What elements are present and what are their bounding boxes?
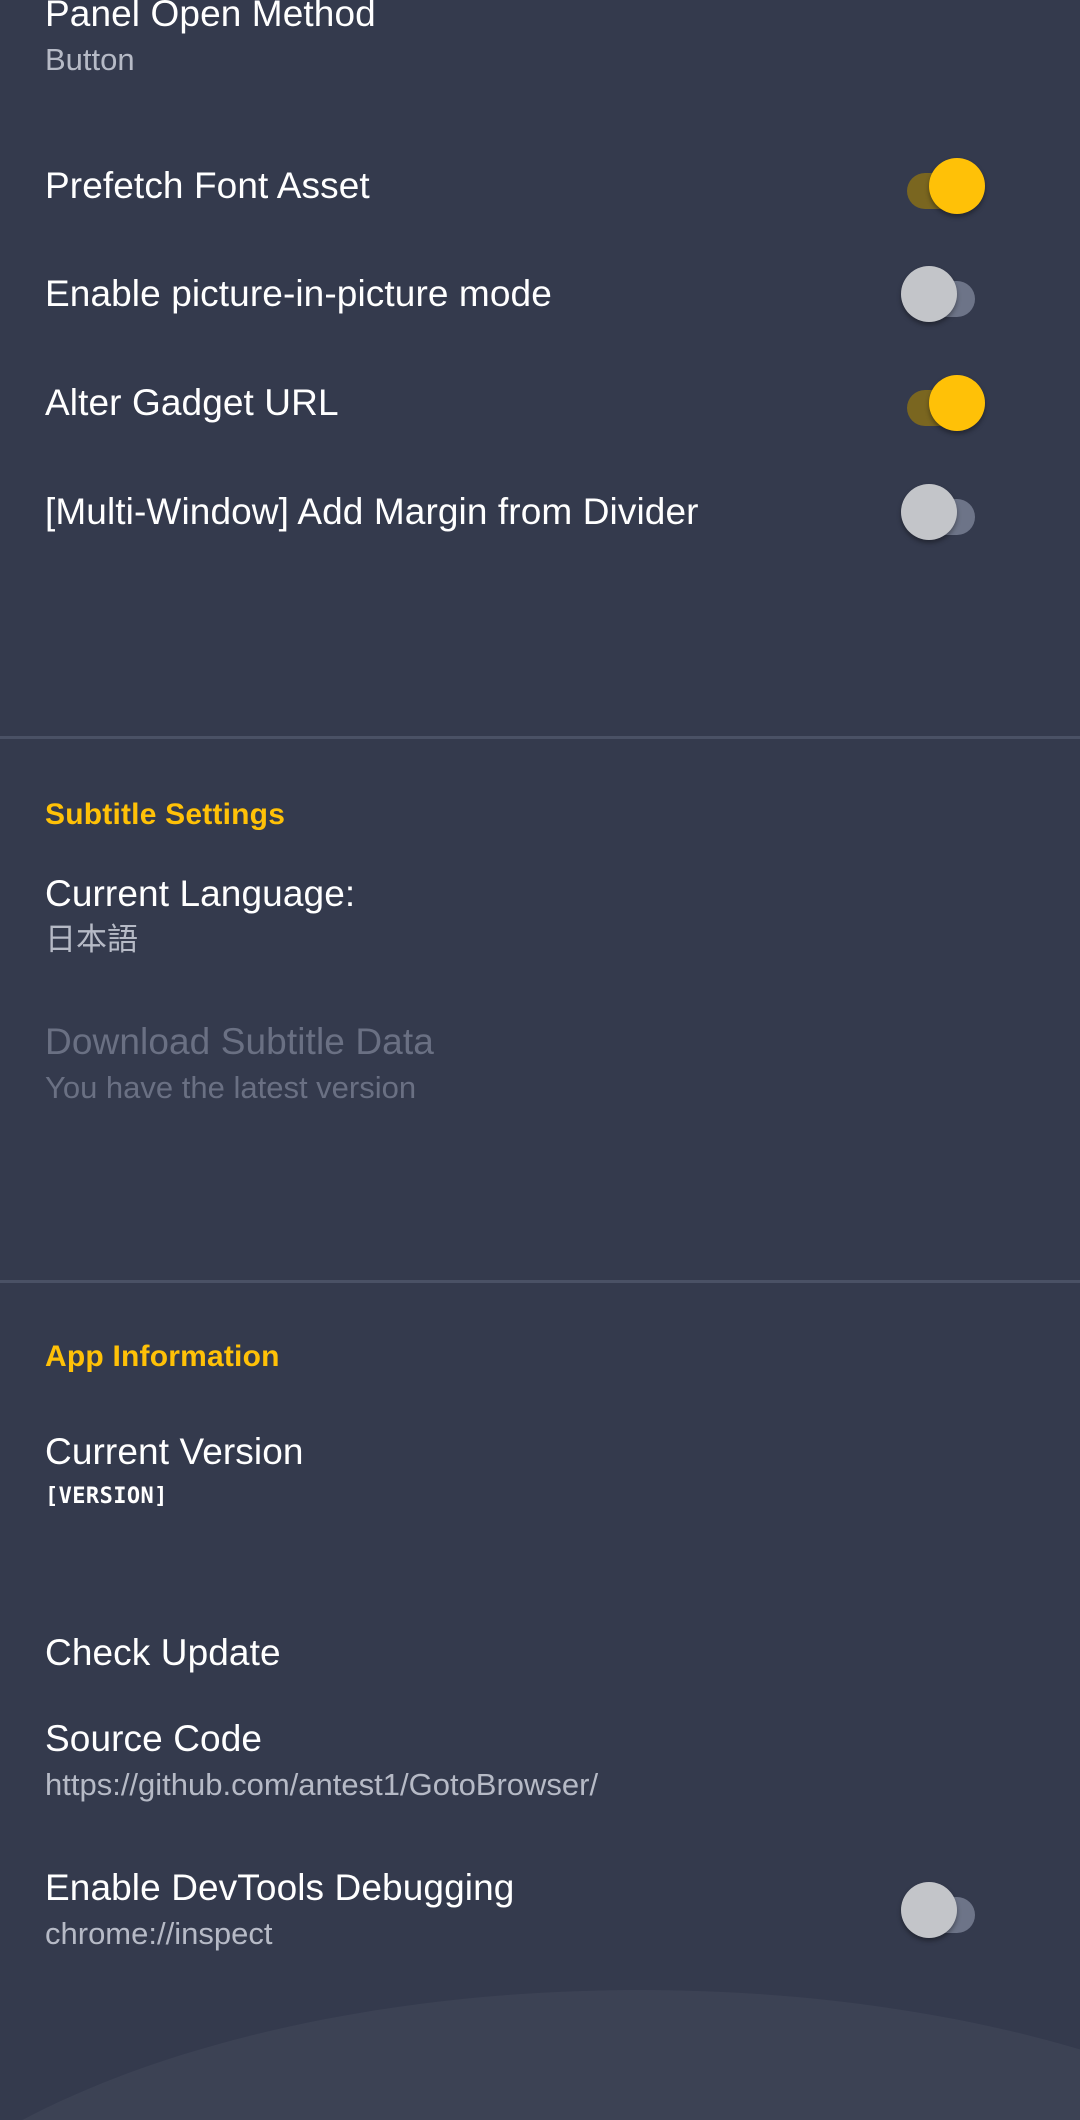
setting-title-current-version: Current Version	[45, 1431, 304, 1473]
toggle-thumb	[901, 484, 957, 540]
row-text-group: Current Language: 日本語	[45, 872, 1035, 959]
toggle-thumb	[901, 266, 957, 322]
setting-status-download-subtitle-data: You have the latest version	[45, 1070, 417, 1106]
setting-row-current-language[interactable]: Current Language: 日本語	[0, 868, 1080, 964]
toggle-thumb	[901, 1882, 957, 1938]
setting-row-devtools-debugging[interactable]: Enable DevTools Debugging chrome://inspe…	[0, 1862, 1080, 1958]
row-text-group: Enable DevTools Debugging chrome://inspe…	[45, 1866, 899, 1953]
toggle-switch-devtools-debugging[interactable]	[899, 1880, 991, 1940]
setting-title-panel-open-method: Panel Open Method	[45, 0, 376, 35]
row-text-group: Enable picture-in-picture mode	[45, 272, 899, 316]
toggle-thumb	[929, 375, 985, 431]
setting-value-panel-open-method: Button	[45, 42, 135, 78]
row-text-group: Alter Gadget URL	[45, 381, 899, 425]
setting-title-download-subtitle-data: Download Subtitle Data	[45, 1021, 434, 1063]
setting-row-alter-gadget-url[interactable]: Alter Gadget URL	[0, 355, 1080, 451]
setting-row-multi-window-margin[interactable]: [Multi-Window] Add Margin from Divider	[0, 464, 1080, 560]
setting-title-multi-window-margin: [Multi-Window] Add Margin from Divider	[45, 491, 699, 533]
section-header-subtitle-settings: Subtitle Settings	[45, 798, 286, 831]
setting-value-current-language: 日本語	[45, 922, 138, 958]
setting-value-devtools-debugging: chrome://inspect	[45, 1916, 273, 1952]
toggle-switch-alter-gadget-url[interactable]	[899, 373, 991, 433]
setting-row-check-update[interactable]: Check Update	[0, 1605, 1080, 1701]
toggle-switch-picture-in-picture[interactable]	[899, 264, 991, 324]
row-text-group: Source Code https://github.com/antest1/G…	[45, 1717, 1035, 1804]
setting-row-source-code[interactable]: Source Code https://github.com/antest1/G…	[0, 1713, 1080, 1809]
toggle-thumb	[929, 158, 985, 214]
setting-title-prefetch-font-asset: Prefetch Font Asset	[45, 165, 370, 207]
row-text-group: Check Update	[45, 1631, 1035, 1675]
row-text-group: Download Subtitle Data You have the late…	[45, 1020, 1035, 1107]
row-text-group: Panel Open Method Button	[45, 0, 1035, 80]
setting-title-alter-gadget-url: Alter Gadget URL	[45, 382, 339, 424]
setting-row-prefetch-font-asset[interactable]: Prefetch Font Asset	[0, 138, 1080, 234]
section-header-app-information: App Information	[45, 1340, 280, 1373]
setting-title-current-language: Current Language:	[45, 873, 356, 915]
section-divider-1	[0, 736, 1080, 739]
setting-title-devtools-debugging: Enable DevTools Debugging	[45, 1867, 515, 1909]
setting-title-check-update: Check Update	[45, 1632, 281, 1674]
toggle-switch-multi-window-margin[interactable]	[899, 482, 991, 542]
settings-screen: Panel Open Method Button Prefetch Font A…	[0, 0, 1080, 2120]
row-text-group: Prefetch Font Asset	[45, 164, 899, 208]
row-text-group: Current Version [VERSION]	[45, 1430, 1035, 1510]
section-divider-2	[0, 1280, 1080, 1283]
setting-value-source-code-url: https://github.com/antest1/GotoBrowser/	[45, 1767, 599, 1803]
toggle-switch-prefetch-font-asset[interactable]	[899, 156, 991, 216]
setting-row-current-version[interactable]: Current Version [VERSION]	[0, 1422, 1080, 1518]
setting-row-panel-open-method[interactable]: Panel Open Method Button	[0, 0, 1080, 84]
row-text-group: [Multi-Window] Add Margin from Divider	[45, 490, 899, 534]
setting-row-download-subtitle-data: Download Subtitle Data You have the late…	[0, 1016, 1080, 1112]
setting-value-current-version: [VERSION]	[45, 1483, 168, 1509]
setting-title-source-code: Source Code	[45, 1718, 263, 1760]
setting-row-picture-in-picture[interactable]: Enable picture-in-picture mode	[0, 246, 1080, 342]
setting-title-picture-in-picture: Enable picture-in-picture mode	[45, 273, 552, 315]
